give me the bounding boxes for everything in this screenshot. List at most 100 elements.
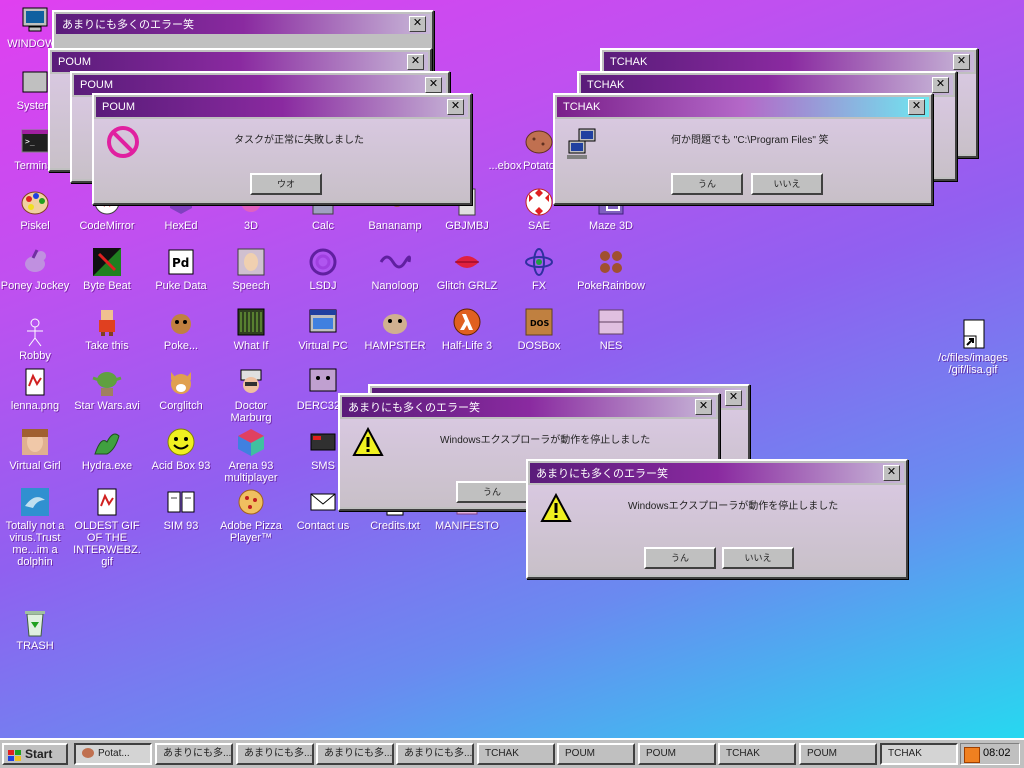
taskbar-button[interactable]: POUM — [638, 743, 716, 765]
desktop-icon-acid-box[interactable]: Acid Box 93 — [146, 426, 216, 472]
taskbar-button[interactable]: あまりにも多... — [316, 743, 394, 765]
title-bar[interactable]: POUM ✕ — [52, 52, 428, 72]
title-bar[interactable]: TCHAK ✕ — [604, 52, 974, 72]
potato-icon — [82, 748, 94, 759]
close-button[interactable]: ✕ — [407, 54, 424, 70]
computer-icon — [19, 4, 51, 36]
no-button[interactable]: いいえ — [722, 547, 794, 569]
error-dialog-front[interactable]: あまりにも多くのエラー笑 ✕ Windowsエクスプローラが動作を停止しました … — [526, 459, 908, 579]
desktop-icon-hydra[interactable]: Hydra.exe — [72, 426, 142, 472]
desktop-icon-robby[interactable]: Robby — [0, 316, 70, 362]
close-button[interactable]: ✕ — [883, 465, 900, 481]
desktop-icon-corglitch[interactable]: Corglitch — [146, 366, 216, 412]
close-button[interactable]: ✕ — [447, 99, 464, 115]
taskbar-button[interactable]: あまりにも多... — [396, 743, 474, 765]
title-bar[interactable]: POUM ✕ — [96, 97, 468, 117]
close-button[interactable]: ✕ — [908, 99, 925, 115]
desktop-icon-lsdj[interactable]: LSDJ — [288, 246, 358, 292]
desktop-icon-virtual-girl[interactable]: Virtual Girl — [0, 426, 70, 472]
dolphin-icon — [19, 486, 51, 518]
desktop-icon-nanoloop[interactable]: Nanoloop — [360, 246, 430, 292]
desktop-icon-virtual-pc[interactable]: Virtual PC — [288, 306, 358, 352]
desktop-icon-lisa-gif[interactable]: /c/files/images/gif/lisa.gif — [938, 318, 1008, 376]
svg-text:Pd: Pd — [172, 256, 189, 270]
poum-dialog-3[interactable]: POUM ✕ タスクが正常に失敗しました ウオ — [92, 93, 472, 205]
desktop-icon-pizza-player[interactable]: Adobe Pizza Player™ — [216, 486, 286, 544]
close-button[interactable]: ✕ — [695, 399, 712, 415]
icon-label: Virtual Girl — [9, 460, 61, 472]
desktop-icon-speech[interactable]: Speech — [216, 246, 286, 292]
virtual-pc-icon — [307, 306, 339, 338]
no-button[interactable]: いいえ — [751, 173, 823, 195]
taskbar-button-active[interactable]: TCHAK — [880, 743, 958, 765]
desktop-icon-puke-data[interactable]: Pd Puke Data — [146, 246, 216, 292]
icon-label: Star Wars.avi — [74, 400, 140, 412]
rss-icon[interactable] — [964, 747, 980, 763]
desktop-icon-doctor-marburg[interactable]: Doctor Marburg — [216, 366, 286, 424]
dialog-title: POUM — [80, 79, 113, 91]
desktop-icon-byte-beat[interactable]: Byte Beat — [72, 246, 142, 292]
hydra-icon — [91, 426, 123, 458]
desktop-icon-lenna[interactable]: lenna.png — [0, 366, 70, 412]
yes-button[interactable]: うん — [671, 173, 743, 195]
taskbar-button[interactable]: あまりにも多... — [155, 743, 233, 765]
ok-button[interactable]: ウオ — [250, 173, 322, 195]
computer-network-icon — [565, 127, 599, 161]
desktop-icon-fx[interactable]: FX — [504, 246, 574, 292]
desktop-icon-sim93[interactable]: SIM 93 — [146, 486, 216, 532]
close-button[interactable]: ✕ — [932, 77, 949, 93]
hamster-icon — [379, 306, 411, 338]
svg-text:>_: >_ — [25, 137, 35, 146]
title-bar[interactable]: TCHAK ✕ — [557, 97, 929, 117]
desktop-icon-oldest-gif[interactable]: OLDEST GIF OF THE INTERWEBZ.gif — [72, 486, 142, 568]
taskbar-button[interactable]: POUM — [799, 743, 877, 765]
icon-label: Half-Life 3 — [441, 340, 493, 352]
desktop-icon-star-wars[interactable]: Star Wars.avi — [72, 366, 142, 412]
desktop-icon-glitch-grlz[interactable]: Glitch GRLZ — [432, 246, 502, 292]
desktop-icon-what-if[interactable]: What If — [216, 306, 286, 352]
dialog-title: あまりにも多くのエラー笑 — [348, 402, 480, 414]
desktop-icon-dolphin[interactable]: Totally not a virus.Trust me...im a dolp… — [0, 486, 70, 568]
tchak-dialog-3[interactable]: TCHAK ✕ 何か問題でも "C:\Program Files" 笑 うん い… — [553, 93, 933, 205]
yes-button[interactable]: うん — [644, 547, 716, 569]
desktop-icon-pokemon[interactable]: Poke... — [146, 306, 216, 352]
start-button[interactable]: Start — [2, 743, 68, 765]
desktop-icon-nes[interactable]: NES — [576, 306, 646, 352]
dosbox-icon: DOS — [523, 306, 555, 338]
desktop-icon-poney-jockey[interactable]: Poney Jockey — [0, 246, 70, 292]
lsdj-icon — [307, 246, 339, 278]
desktop-icon-half-life[interactable]: Half-Life 3 — [432, 306, 502, 352]
start-label: Start — [25, 747, 53, 761]
title-bar[interactable]: POUM ✕ — [74, 75, 446, 95]
mail-icon — [307, 486, 339, 518]
dialog-title: TCHAK — [610, 56, 648, 68]
desktop-icon-trash[interactable]: TRASH — [0, 606, 70, 652]
icon-label: Glitch GRLZ — [436, 280, 498, 292]
close-button[interactable]: ✕ — [725, 390, 742, 406]
title-bar[interactable]: あまりにも多くのエラー笑 ✕ — [530, 463, 904, 483]
close-button[interactable]: ✕ — [953, 54, 970, 70]
taskbar-button[interactable]: あまりにも多... — [236, 743, 314, 765]
icon-label: Calc — [311, 220, 334, 232]
desktop-icon-hampster[interactable]: HAMPSTER — [360, 306, 430, 352]
desktop-icon-take-this[interactable]: Take this — [72, 306, 142, 352]
taskbar-button[interactable]: POUM — [557, 743, 635, 765]
close-button[interactable]: ✕ — [425, 77, 442, 93]
title-bar[interactable]: TCHAK ✕ — [581, 75, 953, 95]
icon-label: Nanoloop — [371, 280, 419, 292]
title-bar[interactable]: あまりにも多くのエラー笑 ✕ — [342, 397, 716, 417]
sms-icon — [307, 426, 339, 458]
taskbar-button[interactable]: TCHAK — [718, 743, 796, 765]
pixel-character-icon — [91, 306, 123, 338]
taskbar-button-potato[interactable]: Potat... — [74, 743, 152, 765]
prohibited-icon — [106, 125, 140, 159]
desktop-icon-piskel[interactable]: Piskel — [0, 186, 70, 232]
desktop-icon-arena93[interactable]: Arena 93 multiplayer — [216, 426, 286, 484]
image-file-icon — [19, 366, 51, 398]
taskbar-button[interactable]: TCHAK — [477, 743, 555, 765]
desktop-icon-pokerainbow[interactable]: PokeRainbow — [576, 246, 646, 292]
desktop-icon-dosbox[interactable]: DOS DOSBox — [504, 306, 574, 352]
yes-button[interactable]: うん — [456, 481, 528, 503]
close-button[interactable]: ✕ — [409, 16, 426, 32]
title-bar[interactable]: あまりにも多くのエラー笑 ✕ — [56, 14, 430, 34]
